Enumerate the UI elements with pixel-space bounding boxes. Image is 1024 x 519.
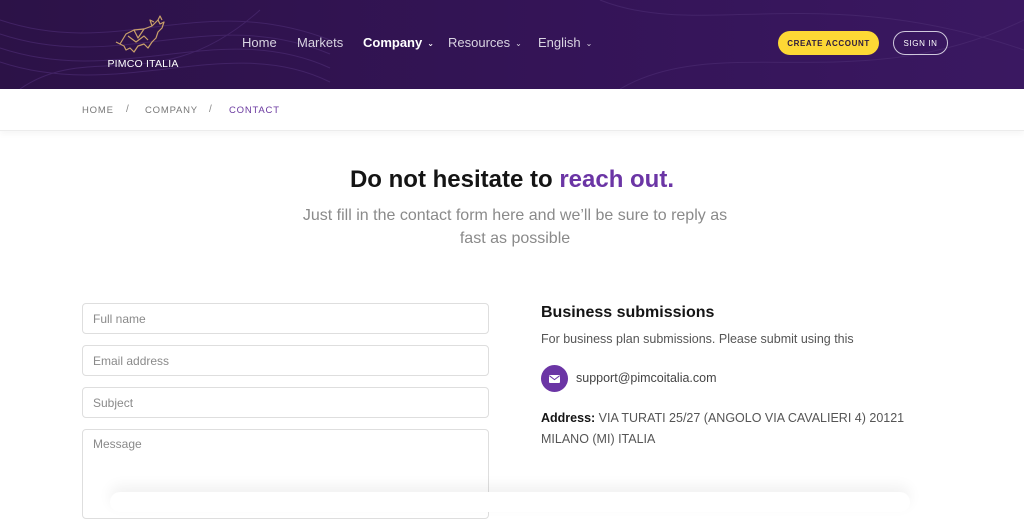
support-email-link[interactable]: support@pimcoitalia.com: [576, 371, 717, 385]
create-account-button[interactable]: CREATE ACCOUNT: [778, 31, 879, 55]
business-submissions-title: Business submissions: [541, 304, 715, 321]
chevron-down-icon: ⌄: [427, 39, 434, 48]
nav-markets-label: Markets: [297, 35, 344, 50]
breadcrumb-company[interactable]: COMPANY: [145, 105, 198, 116]
nav-company-label: Company: [363, 35, 423, 50]
page-title-plain: Do not hesitate to: [349, 166, 560, 193]
bottom-card-edge: [110, 492, 910, 512]
breadcrumb-home[interactable]: HOME: [82, 105, 114, 116]
brand-logo[interactable]: PIMCO ITALIA: [104, 14, 178, 72]
breadcrumb-separator: /: [126, 104, 129, 115]
chevron-down-icon: ⌄: [585, 39, 593, 48]
nav-markets[interactable]: Markets: [297, 35, 343, 50]
nav-company[interactable]: Company ⌄: [363, 35, 434, 50]
envelope-icon: [541, 365, 568, 392]
breadcrumb: HOME / COMPANY / CONTACT: [0, 89, 1024, 131]
page-title-accent: reach out.: [559, 166, 675, 193]
address-label: Address:: [541, 411, 596, 425]
brand-name: PIMCO ITALIA: [107, 58, 179, 70]
business-submissions-description: For business plan submissions. Please su…: [541, 332, 854, 346]
nav-home-label: Home: [242, 35, 277, 50]
subject-input[interactable]: [82, 387, 489, 418]
page-subtitle: Just fill in the contact form here and w…: [302, 207, 728, 247]
company-address: Address: VIA TURATI 25/27 (ANGOLO VIA CA…: [541, 408, 931, 450]
nav-resources-label: Resources: [448, 35, 511, 50]
nav-language[interactable]: English ⌄: [538, 35, 592, 50]
envelope-glyph: [549, 374, 560, 383]
top-header: PIMCO ITALIA Home Markets Company ⌄ Resou…: [0, 0, 1024, 89]
breadcrumb-separator: /: [209, 104, 212, 115]
nav-language-label: English: [538, 35, 581, 50]
full-name-input[interactable]: [82, 303, 489, 334]
nav-home[interactable]: Home: [242, 35, 277, 50]
page-title: Do not hesitate to reach out.: [0, 166, 1024, 194]
sign-in-button[interactable]: SIGN IN: [893, 31, 948, 55]
breadcrumb-current: CONTACT: [229, 105, 280, 116]
email-input[interactable]: [82, 345, 489, 376]
nav-resources[interactable]: Resources ⌄: [448, 35, 522, 50]
bull-logo-icon: [115, 15, 165, 53]
address-value: VIA TURATI 25/27 (ANGOLO VIA CAVALIERI 4…: [541, 411, 905, 446]
chevron-down-icon: ⌄: [515, 39, 522, 48]
